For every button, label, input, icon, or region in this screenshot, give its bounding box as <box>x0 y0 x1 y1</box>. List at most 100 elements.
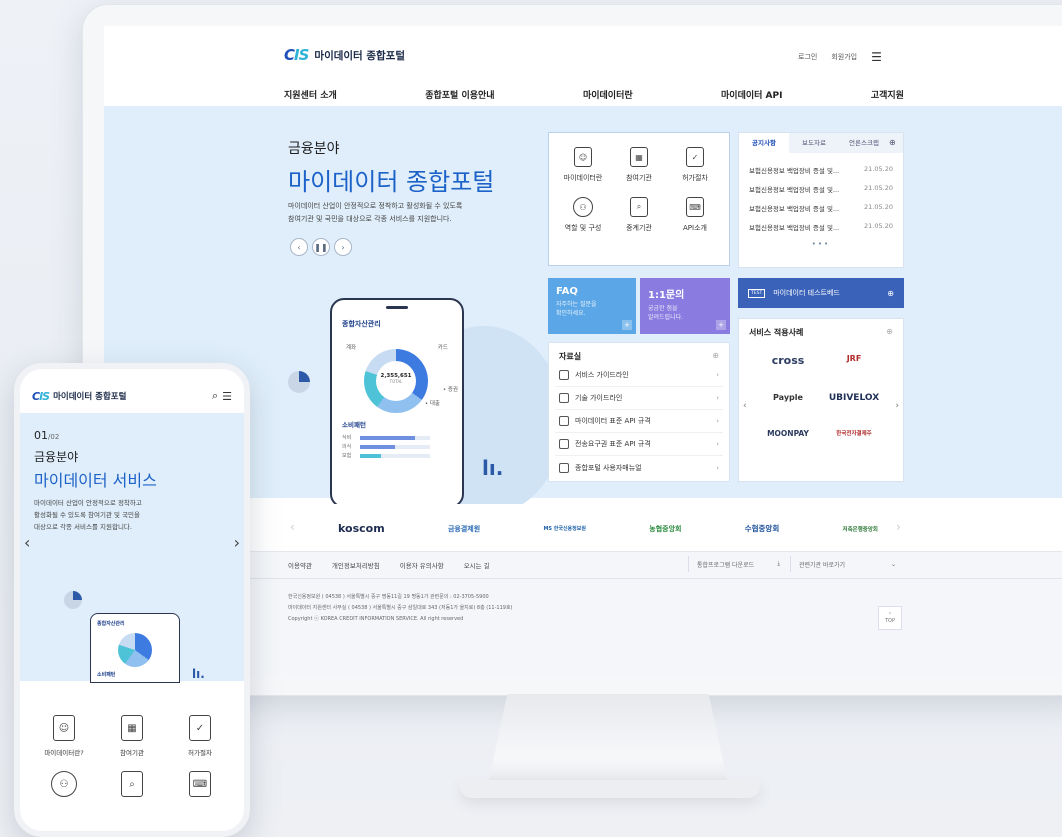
quick-menu-item[interactable]: ✓ 허가절차 <box>667 147 723 183</box>
quick-menu-item[interactable]: ⌨ API소개 <box>667 197 723 233</box>
next-icon[interactable]: › <box>334 238 352 256</box>
testbed-button[interactable]: TEST 마이데이터 테스트베드 ⊕ <box>738 278 904 308</box>
news-item-title: 보험신용정보 백업장비 증설 및... <box>749 186 840 194</box>
resources-list: 서비스 가이드라인 › 기술 가이드라인 › 마이데이터 표준 API 규격 › 전송요구권… <box>549 364 729 479</box>
tab-notice[interactable]: 공지사항 <box>739 133 789 153</box>
resource-item-label: 서비스 가이드라인 <box>575 371 629 379</box>
mobile-menu-item[interactable]: ☺ 마이데이터란? <box>30 715 98 757</box>
case-logo-jrf[interactable]: JRF <box>821 354 887 367</box>
partner-logo[interactable]: koscom <box>338 522 385 535</box>
partner-logo[interactable]: MS 한국신용정보원 <box>543 525 586 532</box>
partner-logo[interactable]: 수협중앙회 <box>745 523 780 534</box>
resource-item[interactable]: 전송요구권 표준 API 규격 › <box>555 433 723 456</box>
news-card: 공지사항 보도자료 언론스크랩 ⊕ 보험신용정보 백업장비 증설 및... 21.… <box>738 132 904 268</box>
login-link[interactable]: 로그인 <box>798 52 817 62</box>
faq-box[interactable]: FAQ 자주하는 질문을 확인하세요. + <box>548 278 636 334</box>
news-item[interactable]: 보험신용정보 백업장비 증설 및... 21.05.20 <box>749 184 893 194</box>
partners-prev-icon[interactable]: ‹ <box>290 520 295 534</box>
document-icon <box>559 393 569 403</box>
case-logo-payple[interactable]: Payple <box>755 393 821 403</box>
news-item[interactable]: 보험신용정보 백업장비 증설 및... 21.05.20 <box>749 203 893 213</box>
inquiry-box[interactable]: 1:1문의 궁금한 점을 알려드립니다. + <box>640 278 730 334</box>
footer-link-notice[interactable]: 이용자 유의사항 <box>400 560 444 570</box>
nav-item-about[interactable]: 지원센터 소개 <box>284 88 337 101</box>
pattern-bar-label: 의식 <box>342 444 352 450</box>
cases-more-icon[interactable]: ⊕ <box>886 327 893 338</box>
donut-legend-a: • 증권 <box>442 387 458 393</box>
quick-menu-item[interactable]: ▦ 참여기관 <box>611 147 667 183</box>
cases-next-icon[interactable]: › <box>895 401 899 411</box>
document-search-icon[interactable]: ⌕ <box>121 771 143 797</box>
document-icon <box>559 416 569 426</box>
footer-link-privacy[interactable]: 개인정보처리방침 <box>332 560 380 570</box>
case-logo-ubivelox[interactable]: UBIVELOX <box>821 393 887 403</box>
document-icon <box>559 462 569 473</box>
nav-item-api[interactable]: 마이데이터 API <box>721 88 782 101</box>
person-card-icon: ☺ <box>574 147 592 167</box>
resource-item[interactable]: 기술 가이드라인 › <box>555 387 723 410</box>
api-monitor-icon: ⌨ <box>686 197 704 217</box>
tab-scrap[interactable]: 언론스크랩 <box>839 133 889 153</box>
building-icon: ▦ <box>121 715 143 741</box>
footer-copyright: Copyright ⓒ KOREA CREDIT INFORMATION SER… <box>288 616 464 622</box>
cases-prev-icon[interactable]: ‹ <box>743 401 747 411</box>
mobile-menu-item[interactable]: ✓ 허가절차 <box>166 715 234 757</box>
case-logo-moonpay[interactable]: MOONPAY <box>755 429 821 438</box>
footer-link-location[interactable]: 오시는 길 <box>464 560 490 570</box>
cases-title: 서비스 적용사례 <box>749 328 804 337</box>
nav-item-support[interactable]: 고객지원 <box>871 88 904 101</box>
partner-logo[interactable]: 농협중앙회 <box>649 524 681 534</box>
resource-item-main: 서비스 가이드라인 <box>559 370 629 380</box>
testbed-arrow-icon: ⊕ <box>887 288 894 298</box>
prev-icon[interactable]: ‹ <box>290 238 308 256</box>
pause-icon[interactable]: ❚❚ <box>312 238 330 256</box>
resource-item[interactable]: 마이데이터 표준 API 규격 › <box>555 410 723 433</box>
inquiry-plus-icon: + <box>716 320 726 330</box>
signup-link[interactable]: 회원가입 <box>831 52 857 62</box>
site-logo[interactable]: CIS 마이데이터 종합포털 <box>284 46 405 64</box>
quick-menu-item[interactable]: ⚇ 역할 및 구성 <box>555 197 611 233</box>
nav-item-guide[interactable]: 종합포털 이용안내 <box>425 88 494 101</box>
pattern-bars: 식비 의식 보험 <box>342 433 462 460</box>
resource-item[interactable]: 종합포털 사용자매뉴얼 › <box>555 456 723 479</box>
related-select[interactable]: 관련기관 바로가기 ⌄ <box>790 556 904 572</box>
quick-menu-item[interactable]: ⌕ 중계기관 <box>611 197 667 233</box>
news-more-icon[interactable]: ⊕ <box>889 133 896 153</box>
faq-title: FAQ <box>556 286 578 297</box>
mobile-next-icon[interactable]: › <box>234 533 240 552</box>
resources-more-icon[interactable]: ⊕ <box>712 351 719 362</box>
network-icon[interactable]: ⚇ <box>51 771 77 797</box>
hero-desc-line: 참여기관 및 국민을 대상으로 각종 서비스를 지원합니다. <box>288 215 452 223</box>
top-button[interactable]: ⌃ TOP <box>878 606 902 630</box>
inquiry-desc: 알려드립니다. <box>648 314 684 321</box>
mobile-prev-icon[interactable]: ‹ <box>24 533 30 552</box>
quick-menu-card: ☺ 마이데이터란 ▦ 참여기관 ✓ 허가절차 ⚇ 역할 및 구성 ⌕ 중계기관 ⌨ API소개 <box>548 132 730 266</box>
partner-logo[interactable]: 금융결제원 <box>448 524 480 534</box>
partner-logo[interactable]: 저축은행중앙회 <box>843 525 878 533</box>
faq-desc: 자주하는 질문을 <box>556 301 597 308</box>
tab-press[interactable]: 보도자료 <box>789 133 839 153</box>
donut-center: 2,355,651 TOTAL <box>376 361 416 401</box>
monitor-stand <box>488 694 728 786</box>
menu-icon[interactable]: ☰ <box>871 50 882 64</box>
mobile-menu-icon[interactable]: ☰ <box>222 390 232 403</box>
news-item[interactable]: 보험신용정보 백업장비 증설 및... 21.05.20 <box>749 222 893 232</box>
footer-link-terms[interactable]: 이용약관 <box>288 560 312 570</box>
partners-next-icon[interactable]: › <box>896 520 901 534</box>
api-monitor-icon[interactable]: ⌨ <box>189 771 211 797</box>
nav-item-mydata[interactable]: 마이데이터란 <box>583 88 633 101</box>
related-label: 관련기관 바로가기 <box>799 561 846 569</box>
news-item[interactable]: 보험신용정보 백업장비 증설 및... 21.05.20 <box>749 165 893 175</box>
download-select[interactable]: 통합프로그램 다운로드 ⤓ <box>688 556 788 572</box>
main-nav: 지원센터 소개 종합포털 이용안내 마이데이터란 마이데이터 API 고객지원 <box>284 88 904 101</box>
pattern-bar-label: 보험 <box>342 453 352 459</box>
case-logo-cross[interactable]: cross <box>755 354 821 367</box>
news-pager-dots: ••• <box>811 240 831 248</box>
quick-menu-item[interactable]: ☺ 마이데이터란 <box>555 147 611 183</box>
mobile-bar-chart-icon: lı. <box>192 667 205 681</box>
mobile-menu-item[interactable]: ▦ 참여기관 <box>98 715 166 757</box>
mobile-search-icon[interactable]: ⌕ <box>212 389 218 403</box>
quick-menu-label: 역할 및 구성 <box>564 224 602 232</box>
case-logo-kecp[interactable]: 한국전자결제주 <box>821 429 887 438</box>
resource-item[interactable]: 서비스 가이드라인 › <box>555 364 723 387</box>
